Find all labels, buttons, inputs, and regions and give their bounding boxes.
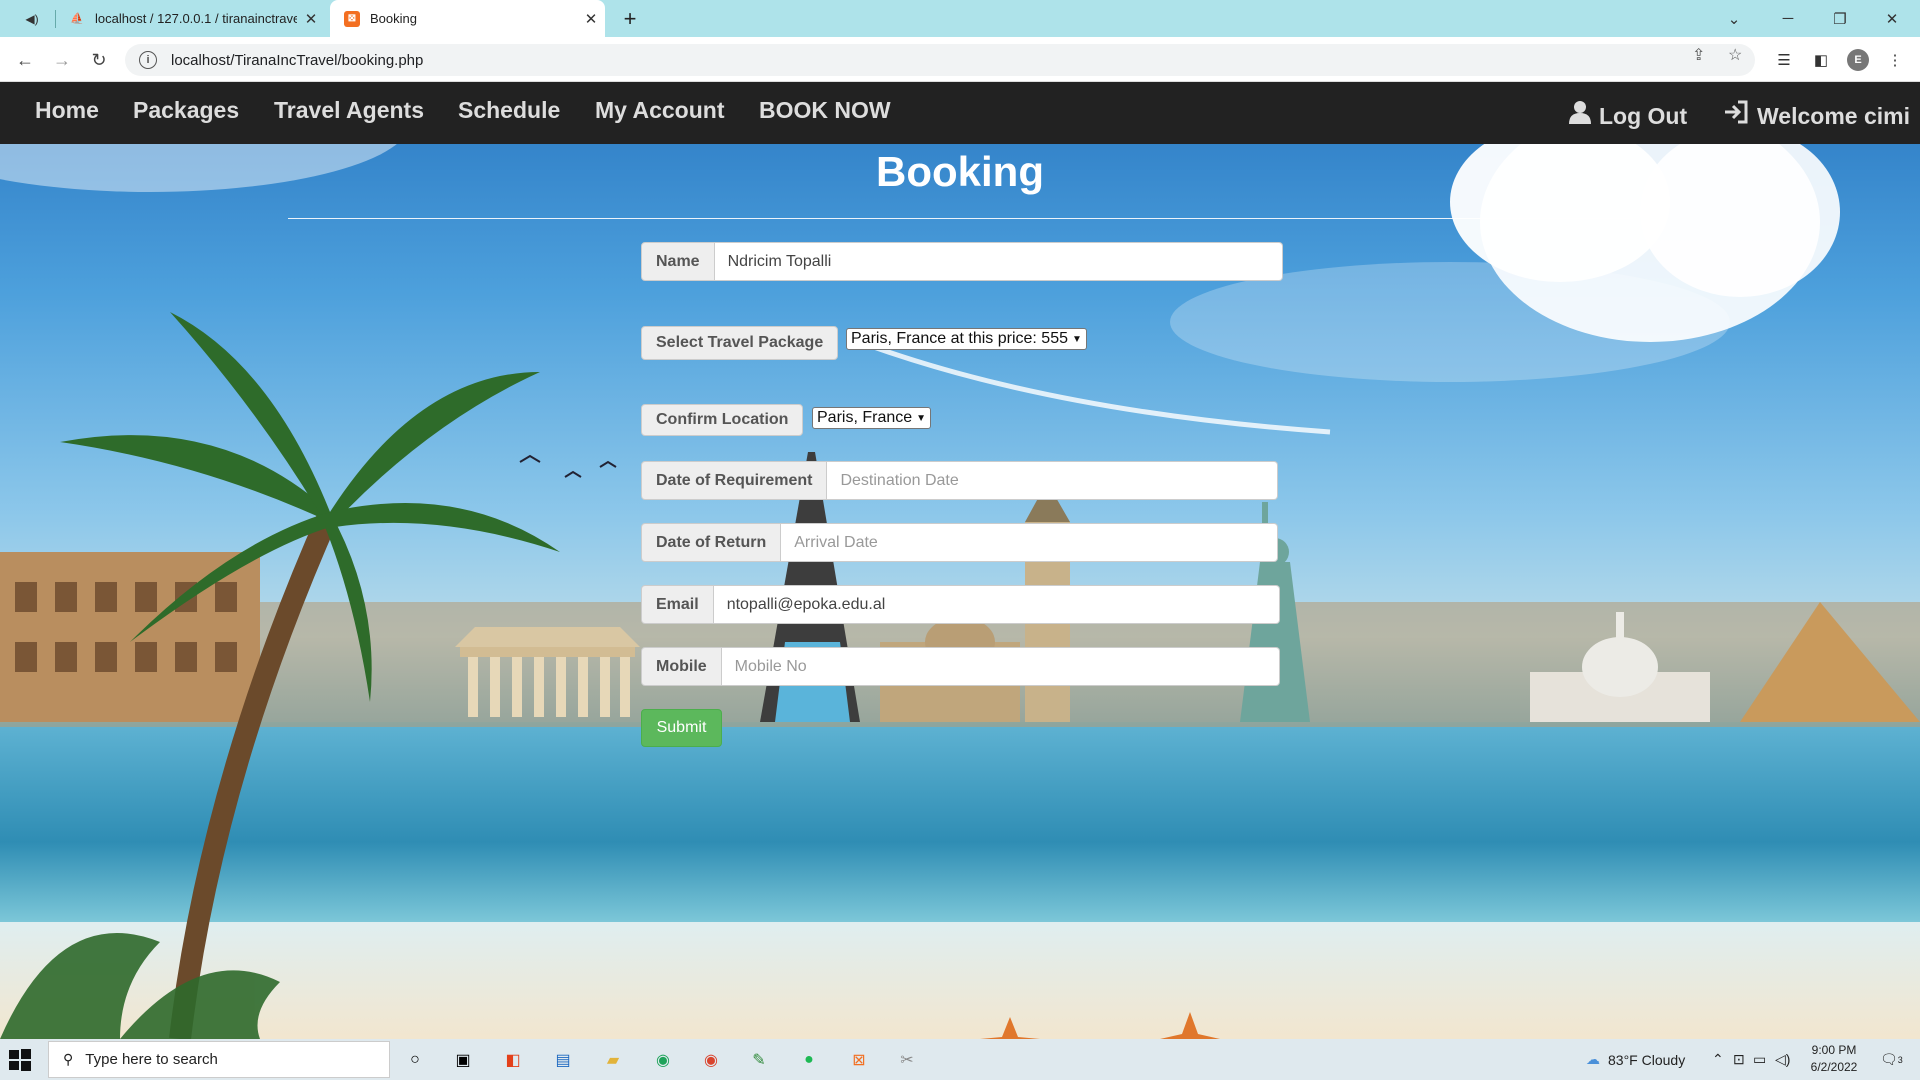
media-queue-icon[interactable]: ☰ [1773, 49, 1795, 71]
spotify-icon[interactable]: ● [794, 1045, 824, 1075]
clock-date: 6/2/2022 [1810, 1060, 1858, 1074]
search-icon: ⚲ [63, 1051, 74, 1067]
xampp-taskbar-icon[interactable]: ⊠ [844, 1045, 874, 1075]
xampp-icon: ⊠ [344, 10, 360, 27]
bookmark-star-icon[interactable]: ☆ [1728, 45, 1742, 65]
cortana-icon[interactable]: ○ [400, 1045, 430, 1075]
nav-packages[interactable]: Packages [133, 82, 239, 144]
url-text: localhost/TiranaIncTravel/booking.php [171, 51, 424, 69]
nav-schedule[interactable]: Schedule [458, 82, 560, 144]
file-explorer-icon[interactable]: ▰ [598, 1045, 628, 1075]
taskbar-search-placeholder: Type here to search [85, 1051, 218, 1068]
weather-text: 83°F Cloudy [1608, 1051, 1686, 1068]
title-divider [288, 218, 1633, 219]
name-label: Name [641, 242, 715, 281]
taskbar-search[interactable]: ⚲ Type here to search [48, 1041, 390, 1078]
return-date-input[interactable]: Arrival Date [781, 523, 1279, 562]
minimize-button[interactable]: ─ [1762, 0, 1814, 37]
nav-book-now[interactable]: BOOK NOW [759, 82, 891, 144]
phpmyadmin-icon: ⛵ [70, 13, 84, 25]
chevron-down-icon: ▼ [1071, 333, 1082, 345]
chrome-icon[interactable]: ◉ [648, 1045, 678, 1075]
windows-taskbar: ⚲ Type here to search ○ ▣ ◧ ▤ ▰ ◉ ◉ ✎ ● … [0, 1039, 1920, 1080]
return-date-row: Date of Return Arrival Date [641, 523, 1279, 562]
notification-center-icon[interactable]: 🗨 3 [1880, 1039, 1903, 1080]
location-label: Confirm Location [641, 404, 804, 436]
cloud-icon: ☁ [1586, 1051, 1600, 1067]
clock-time: 9:00 PM [1811, 1043, 1857, 1057]
login-arrow-icon [1723, 88, 1749, 144]
share-icon[interactable]: ⇪ [1692, 45, 1705, 65]
requirement-date-label: Date of Requirement [641, 461, 828, 500]
page-title: Booking [876, 148, 1044, 195]
network-icon[interactable]: ▭ [1753, 1039, 1766, 1080]
tab-phpmyadmin[interactable]: ⛵ localhost / 127.0.0.1 / tiranainctrave… [55, 0, 325, 37]
new-tab-button[interactable]: + [615, 0, 645, 37]
speaker-mute-icon[interactable]: ◀) [12, 0, 52, 37]
location-row: Confirm Location [641, 404, 804, 436]
notification-count: 3 [1897, 1054, 1903, 1065]
close-icon[interactable]: ✕ [297, 10, 325, 28]
url-bar[interactable]: i localhost/TiranaIncTravel/booking.php [125, 44, 1755, 76]
nav-my-account[interactable]: My Account [595, 82, 725, 144]
windows-start-icon[interactable] [8, 1048, 32, 1072]
requirement-date-input[interactable]: Destination Date [827, 461, 1279, 500]
nav-travel-agents[interactable]: Travel Agents [274, 82, 424, 144]
back-arrow-icon[interactable]: ← [10, 45, 40, 75]
browser-tab-strip: ◀) ⛵ localhost / 127.0.0.1 / tiranainctr… [0, 0, 1920, 37]
mobile-label: Mobile [641, 647, 722, 686]
name-input[interactable]: Ndricim Topalli [714, 242, 1283, 281]
close-window-button[interactable]: ✕ [1866, 0, 1918, 37]
name-row: Name Ndricim Topalli [641, 242, 1283, 281]
restore-button[interactable]: ❐ [1814, 0, 1866, 37]
email-label: Email [641, 585, 714, 624]
snipping-tool-icon[interactable]: ✂ [892, 1045, 922, 1075]
user-icon [1569, 88, 1591, 144]
tab-booking[interactable]: ⊠ Booking ✕ [330, 0, 605, 37]
task-view-icon[interactable]: ▣ [448, 1045, 478, 1075]
location-select-value: Paris, France [817, 409, 913, 426]
submit-button[interactable]: Submit [641, 709, 722, 747]
welcome-label: Welcome cimi [1757, 103, 1910, 129]
package-select[interactable]: Paris, France at this price: 555 ▼ [846, 328, 1087, 350]
logout-label: Log Out [1599, 103, 1688, 129]
side-panel-icon[interactable]: ◧ [1810, 49, 1832, 71]
store-icon[interactable]: ▤ [548, 1045, 578, 1075]
mobile-row: Mobile Mobile No [641, 647, 1280, 686]
tray-chevron-up-icon[interactable]: ⌃ [1712, 1039, 1724, 1080]
email-input[interactable]: ntopalli@epoka.edu.al [713, 585, 1280, 624]
address-toolbar: ← → ↻ i localhost/TiranaIncTravel/bookin… [0, 37, 1920, 82]
site-navbar: Home Packages Travel Agents Schedule My … [0, 82, 1920, 144]
notepad-icon[interactable]: ✎ [744, 1045, 774, 1075]
package-select-value: Paris, France at this price: 555 [851, 330, 1068, 347]
volume-icon[interactable]: ◁) [1775, 1039, 1790, 1080]
chrome-profile-icon[interactable]: ◉ [696, 1045, 726, 1075]
profile-avatar[interactable]: E [1847, 49, 1869, 71]
office-icon[interactable]: ◧ [498, 1045, 528, 1075]
mobile-input[interactable]: Mobile No [721, 647, 1280, 686]
system-clock[interactable]: 9:00 PM 6/2/2022 [1798, 1042, 1870, 1076]
booking-page: Home Packages Travel Agents Schedule My … [0, 82, 1920, 1039]
tab-title: localhost / 127.0.0.1 / tiranainctravel [95, 11, 297, 26]
package-label: Select Travel Package [641, 326, 839, 360]
requirement-date-row: Date of Requirement Destination Date [641, 461, 1279, 500]
forward-arrow-icon[interactable]: → [47, 45, 77, 75]
close-icon[interactable]: ✕ [577, 10, 605, 28]
site-info-icon[interactable]: i [139, 51, 157, 69]
weather-widget[interactable]: ☁ 83°F Cloudy [1586, 1039, 1685, 1080]
tab-title: Booking [370, 11, 417, 26]
tab-search-chevron-icon[interactable]: ⌄ [1708, 0, 1760, 37]
menu-kebab-icon[interactable]: ⋮ [1884, 49, 1906, 71]
reload-icon[interactable]: ↻ [84, 45, 114, 75]
location-select[interactable]: Paris, France ▼ [812, 407, 932, 429]
chevron-down-icon: ▼ [916, 412, 927, 424]
nav-logout[interactable]: Log Out [1569, 85, 1687, 147]
nav-home[interactable]: Home [35, 82, 99, 144]
return-date-label: Date of Return [641, 523, 782, 562]
package-row: Select Travel Package [641, 326, 839, 360]
nav-welcome[interactable]: Welcome cimi [1723, 85, 1910, 147]
onedrive-icon[interactable]: ⊡ [1733, 1039, 1745, 1080]
email-row: Email ntopalli@epoka.edu.al [641, 585, 1280, 624]
